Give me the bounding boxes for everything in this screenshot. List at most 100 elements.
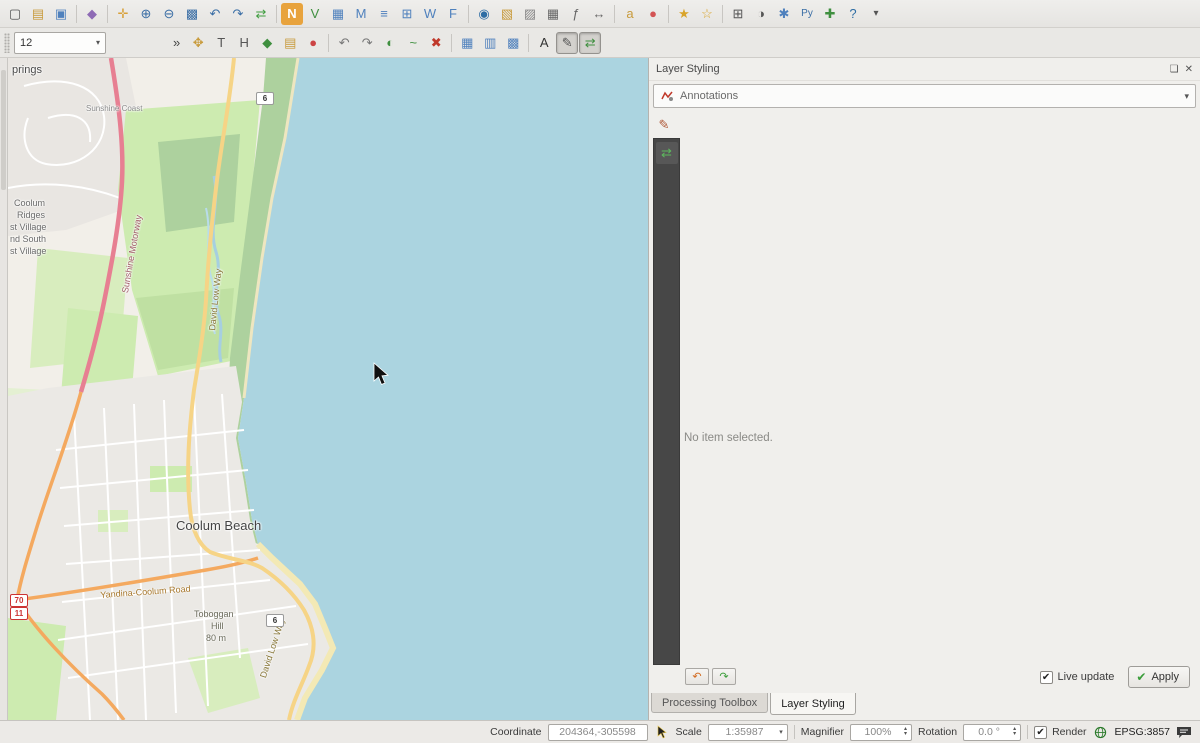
help-icon[interactable]: ? <box>842 3 864 25</box>
tab-processing-toolbox[interactable]: Processing Toolbox <box>651 693 768 713</box>
spin-down-icon[interactable]: ▾ <box>1013 732 1016 737</box>
layer-labeling-icon[interactable]: a <box>619 3 641 25</box>
live-update-checkbox[interactable]: ✔ Live update <box>1040 671 1115 684</box>
plugin-manager-icon[interactable]: ✚ <box>819 3 841 25</box>
apply-label: Apply <box>1151 671 1179 683</box>
marker-annotation-icon[interactable]: ● <box>302 32 324 54</box>
float-panel-icon[interactable]: ❏ <box>1170 64 1179 75</box>
simplify-feature-icon[interactable]: ~ <box>402 32 424 54</box>
magnifier-value: 100% <box>855 726 901 738</box>
layer-diagrams-icon[interactable]: ● <box>642 3 664 25</box>
zoom-last-icon[interactable]: ↶ <box>204 3 226 25</box>
temporal-controller-icon[interactable]: ◑ <box>750 3 772 25</box>
checkbox-checked-icon: ✔ <box>1040 671 1053 684</box>
text-annotation-icon[interactable]: T <box>210 32 232 54</box>
rotation-value: 0.0 ° <box>968 726 1010 738</box>
crs-globe-icon[interactable] <box>1093 724 1109 740</box>
magnifier-label: Magnifier <box>801 726 844 738</box>
add-vector-layer-icon[interactable]: V <box>304 3 326 25</box>
scale-combo[interactable]: 1:35987 ▾ <box>708 724 788 741</box>
add-wms-layer-icon[interactable]: W <box>419 3 441 25</box>
toolbar-separator <box>76 5 77 23</box>
zoom-full-icon[interactable]: ▩ <box>181 3 203 25</box>
python-console-icon[interactable]: Py <box>796 3 818 25</box>
collapsed-panel-strip[interactable] <box>0 58 8 720</box>
add-raster-layer-icon[interactable]: ▦ <box>327 3 349 25</box>
layer-styling-toggle-icon[interactable]: ⇄ <box>579 32 601 54</box>
status-bar: Coordinate 204364,-305598 Scale 1:35987 … <box>0 720 1200 743</box>
measure-line-icon[interactable]: ↔ <box>588 3 610 25</box>
select-features-icon[interactable]: ▧ <box>496 3 518 25</box>
add-wfs-layer-icon[interactable]: F <box>442 3 464 25</box>
delete-part-icon[interactable]: ✖ <box>425 32 447 54</box>
toolbar-overflow-chevron[interactable]: » <box>173 35 180 50</box>
scale-value: 1:35987 <box>713 726 776 738</box>
add-delimited-text-layer-icon[interactable]: ≡ <box>373 3 395 25</box>
model-designer-icon[interactable]: ▦ <box>456 32 478 54</box>
new-map-view-icon[interactable]: ⊞ <box>727 3 749 25</box>
annotations-toolbar-icons: ✥TH◆▤● ↶↷◐~✖ ▦▥▩ A✎⇄ <box>187 32 601 54</box>
undo-style-button[interactable]: ↶ <box>685 668 709 685</box>
map-canvas[interactable]: pringsSunshine CoastCoolumRidgesst Villa… <box>8 58 648 720</box>
new-bookmark-icon[interactable]: ★ <box>673 3 695 25</box>
layer-selector[interactable]: Annotations ▾ <box>653 84 1196 108</box>
font-size-combo[interactable]: 12 ▾ <box>14 32 106 54</box>
field-calculator-icon[interactable]: ƒ <box>565 3 587 25</box>
tab-layer-styling[interactable]: Layer Styling <box>770 693 856 715</box>
panel-title: Layer Styling <box>656 63 720 75</box>
open-attribute-table-icon[interactable]: ▦ <box>542 3 564 25</box>
html-annotation-icon[interactable]: H <box>233 32 255 54</box>
rotation-spinbox[interactable]: 0.0 ° ▴▾ <box>963 724 1021 741</box>
zoom-next-icon[interactable]: ↷ <box>227 3 249 25</box>
magnifier-spinbox[interactable]: 100% ▴▾ <box>850 724 912 741</box>
qgis-window: ▢▤▣◆✛⊕⊖▩↶↷⇄NV▦M≡⊞WF◉▧▨▦ƒ↔a●★☆⊞◑✱Py✚?▾ 12… <box>0 0 1200 743</box>
project-open-icon[interactable]: ▤ <box>27 3 49 25</box>
coordinate-label: Coordinate <box>490 726 541 738</box>
rotation-label: Rotation <box>918 726 957 738</box>
move-annotation-icon[interactable]: ✥ <box>187 32 209 54</box>
svg-annotation-icon[interactable]: ◆ <box>256 32 278 54</box>
rotate-feature-icon[interactable]: ◐ <box>379 32 401 54</box>
undo-edit-icon[interactable]: ↶ <box>333 32 355 54</box>
chevron-down-icon: ▾ <box>779 728 783 736</box>
add-postgis-layer-icon[interactable]: ⊞ <box>396 3 418 25</box>
form-annotation-icon[interactable]: ▤ <box>279 32 301 54</box>
zoom-out-icon[interactable]: ⊖ <box>158 3 180 25</box>
crs-label[interactable]: EPSG:3857 <box>1115 726 1170 738</box>
font-size-value: 12 <box>20 37 32 49</box>
toolbar-overflow-icon[interactable]: ▾ <box>865 3 887 25</box>
close-panel-icon[interactable]: ✕ <box>1185 64 1193 75</box>
edit-annotation-icon[interactable]: ✎ <box>556 32 578 54</box>
add-mesh-layer-icon[interactable]: M <box>350 3 372 25</box>
data-source-manager-icon[interactable]: N <box>281 3 303 25</box>
toolbar-handle[interactable] <box>4 33 10 53</box>
coordinate-input[interactable]: 204364,-305598 <box>548 724 648 741</box>
identify-features-icon[interactable]: ◉ <box>473 3 495 25</box>
panel-scroll-handle[interactable] <box>1 70 6 190</box>
messages-icon[interactable] <box>1176 724 1192 740</box>
main-toolbar: ▢▤▣◆✛⊕⊖▩↶↷⇄NV▦M≡⊞WF◉▧▨▦ƒ↔a●★☆⊞◑✱Py✚?▾ <box>0 0 1200 28</box>
render-checkbox[interactable]: ✔ Render <box>1034 726 1086 739</box>
spin-down-icon[interactable]: ▾ <box>904 732 907 737</box>
project-new-icon[interactable]: ▢ <box>4 3 26 25</box>
symbology-tab-icon[interactable]: ⇄ <box>656 142 678 164</box>
show-bookmarks-icon[interactable]: ☆ <box>696 3 718 25</box>
mouse-position-icon[interactable] <box>654 724 670 740</box>
map-refresh-icon[interactable]: ⇄ <box>250 3 272 25</box>
annotations-layer-icon <box>660 89 674 103</box>
toolbar-separator <box>276 5 277 23</box>
style-manager-icon[interactable]: ◆ <box>81 3 103 25</box>
project-save-icon[interactable]: ▣ <box>50 3 72 25</box>
processing-history-icon[interactable]: ▥ <box>479 32 501 54</box>
redo-edit-icon[interactable]: ↷ <box>356 32 378 54</box>
apply-button[interactable]: ✔ Apply <box>1128 666 1190 688</box>
pan-map-icon[interactable]: ✛ <box>112 3 134 25</box>
styling-tab-strip: ⇄ <box>653 138 680 665</box>
add-text-annotation-icon[interactable]: A <box>533 32 555 54</box>
processing-toolbox-icon[interactable]: ✱ <box>773 3 795 25</box>
paintbrush-icon[interactable]: ✎ <box>655 116 673 134</box>
results-viewer-icon[interactable]: ▩ <box>502 32 524 54</box>
deselect-features-icon[interactable]: ▨ <box>519 3 541 25</box>
zoom-in-icon[interactable]: ⊕ <box>135 3 157 25</box>
redo-style-button[interactable]: ↷ <box>712 668 736 685</box>
